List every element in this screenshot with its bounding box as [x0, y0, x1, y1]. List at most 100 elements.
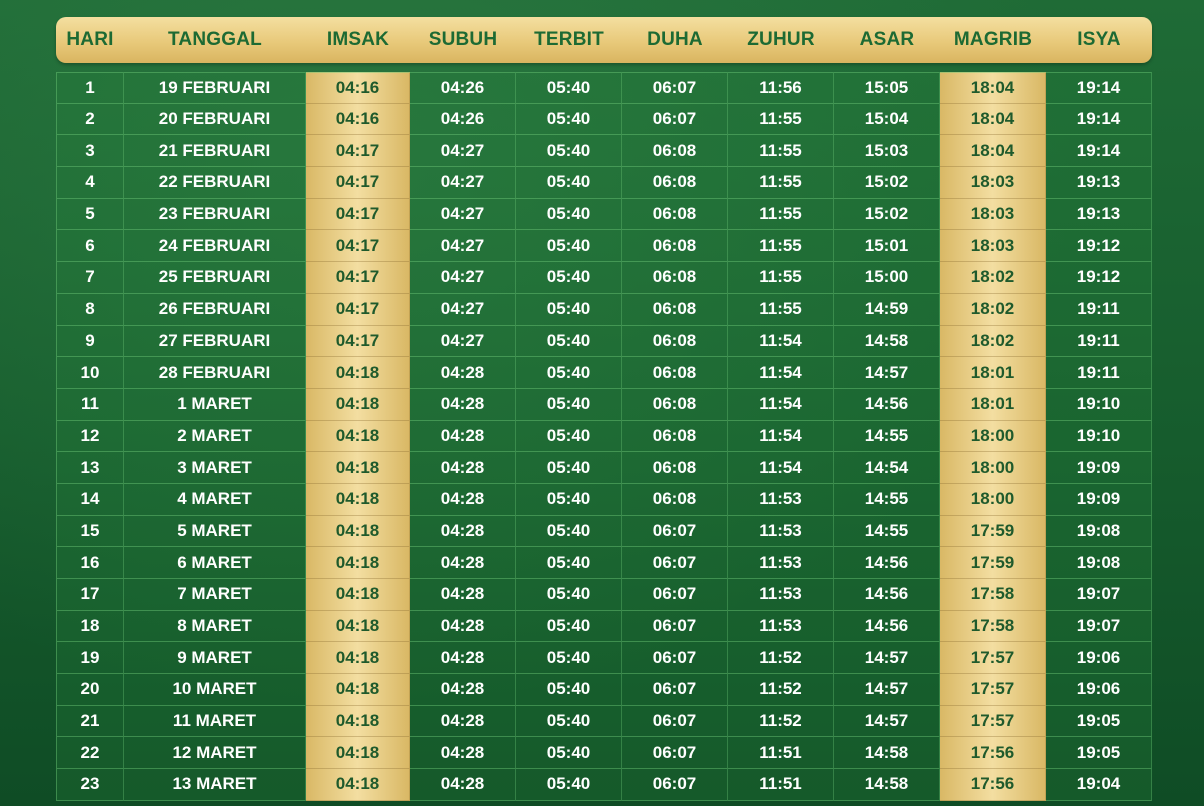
cell-imsak: 04:18 — [306, 547, 410, 579]
cell-duha: 06:07 — [622, 642, 728, 675]
cell-isya: 19:10 — [1046, 420, 1152, 453]
cell-hari: 1 — [56, 72, 124, 104]
cell-asar: 14:55 — [834, 515, 940, 548]
cell-duha: 06:07 — [622, 515, 728, 548]
cell-asar: 15:04 — [834, 103, 940, 136]
header-asar: ASAR — [859, 29, 915, 50]
cell-hari: 5 — [56, 198, 124, 231]
cell-terbit: 05:40 — [516, 72, 622, 104]
cell-magrib: 18:01 — [940, 357, 1046, 389]
cell-terbit: 05:40 — [516, 610, 622, 643]
table-row: 14 4 MARET 04:18 04:28 05:40 06:08 11:53 14:55 1… — [56, 483, 1152, 516]
cell-asar: 15:02 — [834, 198, 940, 231]
cell-zuhur: 11:55 — [728, 103, 834, 136]
cell-terbit: 05:40 — [516, 483, 622, 516]
cell-isya: 19:14 — [1046, 135, 1152, 168]
cell-isya: 19:07 — [1046, 579, 1152, 611]
cell-hari: 7 — [56, 262, 124, 294]
cell-asar: 14:58 — [834, 325, 940, 358]
cell-magrib: 18:03 — [940, 230, 1046, 263]
cell-terbit: 05:40 — [516, 325, 622, 358]
cell-imsak: 04:17 — [306, 262, 410, 294]
cell-duha: 06:08 — [622, 452, 728, 484]
cell-isya: 19:11 — [1046, 293, 1152, 326]
cell-zuhur: 11:55 — [728, 262, 834, 294]
cell-asar: 15:05 — [834, 72, 940, 104]
header-duha: DUHA — [647, 29, 703, 50]
cell-hari: 8 — [56, 293, 124, 326]
cell-duha: 06:08 — [622, 483, 728, 516]
cell-terbit: 05:40 — [516, 167, 622, 199]
schedule-sheet: HARI TANGGAL IMSAK SUBUH TERBIT DUHA ZUH… — [0, 0, 1204, 806]
cell-duha: 06:08 — [622, 262, 728, 294]
cell-hari: 22 — [56, 737, 124, 770]
cell-magrib: 18:00 — [940, 452, 1046, 484]
cell-imsak: 04:18 — [306, 388, 410, 421]
cell-magrib: 17:56 — [940, 737, 1046, 770]
cell-tanggal: 13 MARET — [124, 769, 306, 801]
cell-terbit: 05:40 — [516, 198, 622, 231]
cell-hari: 14 — [56, 483, 124, 516]
cell-imsak: 04:18 — [306, 483, 410, 516]
cell-tanggal: 3 MARET — [124, 452, 306, 484]
cell-imsak: 04:18 — [306, 515, 410, 548]
cell-imsak: 04:18 — [306, 452, 410, 484]
cell-zuhur: 11:56 — [728, 72, 834, 104]
cell-asar: 14:57 — [834, 674, 940, 706]
cell-asar: 14:58 — [834, 737, 940, 770]
header-imsak: IMSAK — [326, 29, 390, 50]
table-row: 7 25 FEBRUARI 04:17 04:27 05:40 06:08 11:55 15:… — [56, 262, 1152, 294]
cell-magrib: 18:03 — [940, 198, 1046, 231]
cell-terbit: 05:40 — [516, 420, 622, 453]
cell-imsak: 04:18 — [306, 705, 410, 738]
cell-subuh: 04:27 — [410, 325, 516, 358]
cell-asar: 14:55 — [834, 420, 940, 453]
cell-tanggal: 19 FEBRUARI — [124, 72, 306, 104]
cell-isya: 19:11 — [1046, 325, 1152, 358]
table-row: 15 5 MARET 04:18 04:28 05:40 06:07 11:53 14:55 1… — [56, 515, 1152, 548]
cell-asar: 15:01 — [834, 230, 940, 263]
cell-subuh: 04:28 — [410, 769, 516, 801]
cell-hari: 16 — [56, 547, 124, 579]
cell-isya: 19:12 — [1046, 230, 1152, 263]
cell-asar: 15:03 — [834, 135, 940, 168]
cell-terbit: 05:40 — [516, 357, 622, 389]
table-row: 6 24 FEBRUARI 04:17 04:27 05:40 06:08 11:55 15:… — [56, 230, 1152, 263]
cell-subuh: 04:28 — [410, 388, 516, 421]
cell-zuhur: 11:55 — [728, 198, 834, 231]
cell-asar: 14:57 — [834, 642, 940, 675]
cell-tanggal: 9 MARET — [124, 642, 306, 675]
cell-zuhur: 11:53 — [728, 483, 834, 516]
cell-terbit: 05:40 — [516, 674, 622, 706]
cell-subuh: 04:28 — [410, 610, 516, 643]
cell-terbit: 05:40 — [516, 293, 622, 326]
cell-magrib: 18:04 — [940, 103, 1046, 136]
cell-tanggal: 20 FEBRUARI — [124, 103, 306, 136]
cell-zuhur: 11:54 — [728, 452, 834, 484]
cell-terbit: 05:40 — [516, 547, 622, 579]
cell-asar: 14:56 — [834, 547, 940, 579]
header-subuh: SUBUH — [428, 29, 498, 50]
cell-hari: 17 — [56, 579, 124, 611]
cell-subuh: 04:27 — [410, 230, 516, 263]
cell-imsak: 04:18 — [306, 420, 410, 453]
cell-isya: 19:08 — [1046, 515, 1152, 548]
cell-asar: 14:55 — [834, 483, 940, 516]
cell-subuh: 04:28 — [410, 483, 516, 516]
cell-magrib: 18:04 — [940, 72, 1046, 104]
cell-tanggal: 24 FEBRUARI — [124, 230, 306, 263]
cell-subuh: 04:28 — [410, 737, 516, 770]
cell-subuh: 04:26 — [410, 72, 516, 104]
cell-magrib: 17:59 — [940, 515, 1046, 548]
cell-duha: 06:08 — [622, 198, 728, 231]
cell-subuh: 04:28 — [410, 579, 516, 611]
cell-asar: 14:54 — [834, 452, 940, 484]
cell-duha: 06:07 — [622, 72, 728, 104]
cell-tanggal: 26 FEBRUARI — [124, 293, 306, 326]
cell-tanggal: 10 MARET — [124, 674, 306, 706]
header-isya: ISYA — [1077, 29, 1121, 50]
cell-magrib: 18:02 — [940, 325, 1046, 358]
cell-zuhur: 11:55 — [728, 230, 834, 263]
cell-tanggal: 7 MARET — [124, 579, 306, 611]
table-row: 13 3 MARET 04:18 04:28 05:40 06:08 11:54 14:54 1… — [56, 452, 1152, 484]
